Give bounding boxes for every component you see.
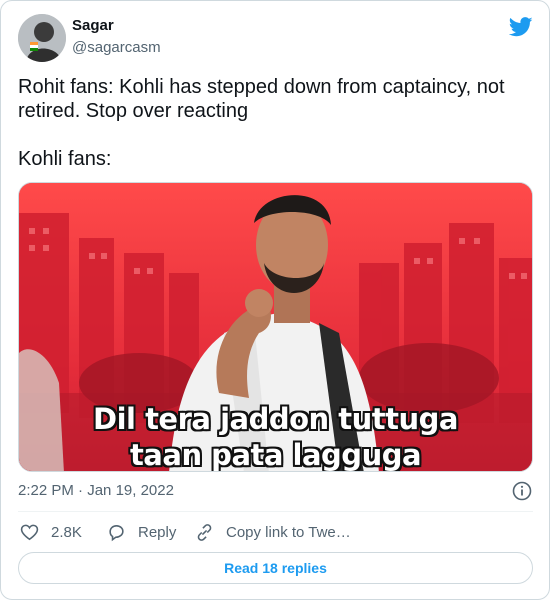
avatar[interactable] (18, 14, 66, 62)
reply-bubble-icon (109, 524, 124, 541)
link-icon (197, 523, 212, 541)
info-icon[interactable] (512, 481, 532, 501)
like-count: 2.8K (51, 523, 82, 541)
tweet-text-line: Rohit fans: Kohli has stepped down from … (18, 76, 505, 122)
copy-link-button[interactable]: Copy link to Twe… (195, 520, 351, 544)
tweet-text-line: Kohli fans: (18, 148, 112, 170)
timestamp-date: Jan 19, 2022 (87, 482, 174, 499)
reply-label: Reply (138, 523, 177, 541)
author-handle[interactable]: @sagarcasm (72, 39, 161, 56)
meme-subtitle-line-2: taan pata lagguga (129, 438, 422, 472)
timestamp[interactable]: 2:22 PM · Jan 19, 2022 (18, 482, 174, 499)
tweet-text: Rohit fans: Kohli has stepped down from … (18, 75, 533, 171)
timestamp-separator: · (73, 482, 88, 499)
copy-link-label: Copy link to Twe… (226, 523, 351, 541)
reply-button[interactable]: Reply (107, 520, 176, 544)
timestamp-time: 2:22 PM (18, 482, 74, 499)
heart-icon (20, 524, 39, 540)
read-replies-button[interactable]: Read 18 replies (18, 552, 533, 584)
twitter-bird-icon[interactable] (509, 17, 533, 37)
meme-subtitle-line-1: Dil tera jaddon tuttuga (93, 402, 458, 436)
avatar-image (18, 14, 66, 62)
tweet-card: Sagar @sagarcasm Rohit fans: Kohli has s… (0, 0, 550, 600)
author-name[interactable]: Sagar (72, 17, 114, 34)
tweet-media[interactable]: Dil tera jaddon tuttuga taan pata laggug… (18, 182, 533, 472)
like-button[interactable]: 2.8K (20, 520, 82, 544)
divider (18, 511, 533, 512)
